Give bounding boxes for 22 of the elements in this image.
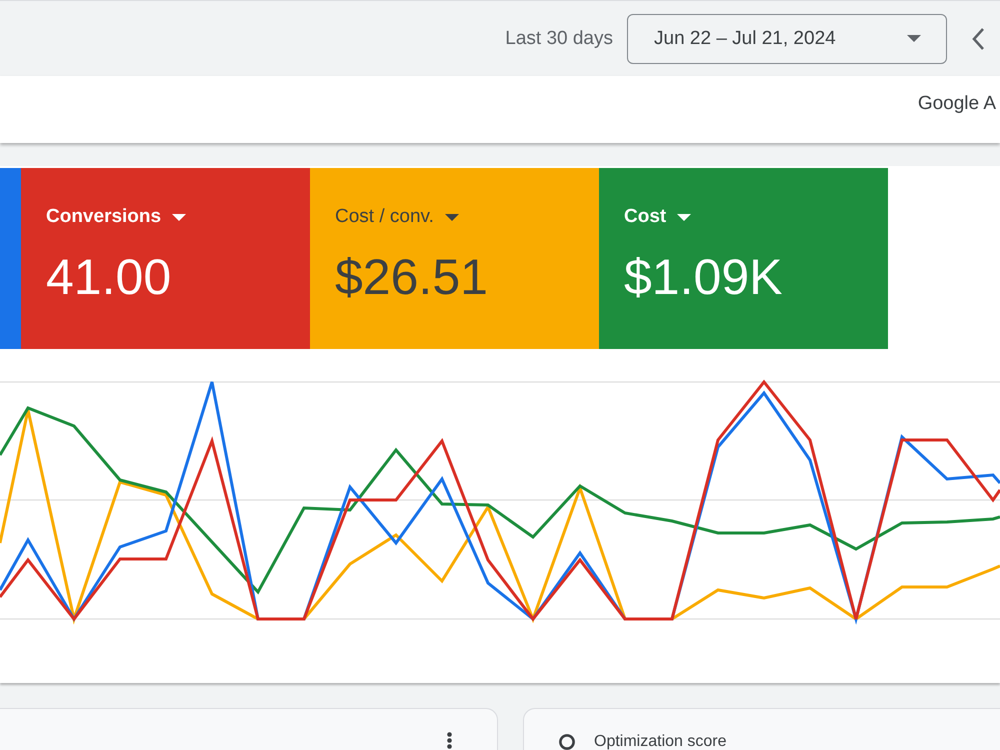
caret-down-icon <box>907 35 921 42</box>
metric-tile[interactable] <box>0 168 21 349</box>
chevron-left-icon <box>971 26 985 50</box>
metric-selector[interactable]: Conversions <box>46 205 186 229</box>
metric-tile[interactable]: Conversions 41.00 <box>21 168 310 349</box>
metric-tile[interactable]: Cost / conv. $26.51 <box>310 168 599 349</box>
metric-tile[interactable]: Cost $1.09K <box>599 168 888 349</box>
more-options-button[interactable] <box>445 732 454 750</box>
caret-down-icon <box>172 214 186 220</box>
caret-down-icon <box>677 214 692 220</box>
metric-value: $26.51 <box>335 249 488 305</box>
more-options-icon <box>447 732 452 749</box>
caret-down-icon <box>444 214 459 220</box>
brand-text: Google A <box>918 92 996 114</box>
ring-icon <box>559 734 575 750</box>
metric-selector[interactable]: Cost <box>624 205 692 229</box>
range-label: Last 30 days <box>505 28 613 50</box>
metric-value: $1.09K <box>624 249 782 305</box>
metric-selector[interactable]: Cost / conv. <box>335 205 459 229</box>
metric-value: 41.00 <box>46 249 172 305</box>
date-range-dropdown[interactable]: Jun 22 – Jul 21, 2024 <box>627 14 947 64</box>
card-title: Optimization score <box>594 734 726 750</box>
